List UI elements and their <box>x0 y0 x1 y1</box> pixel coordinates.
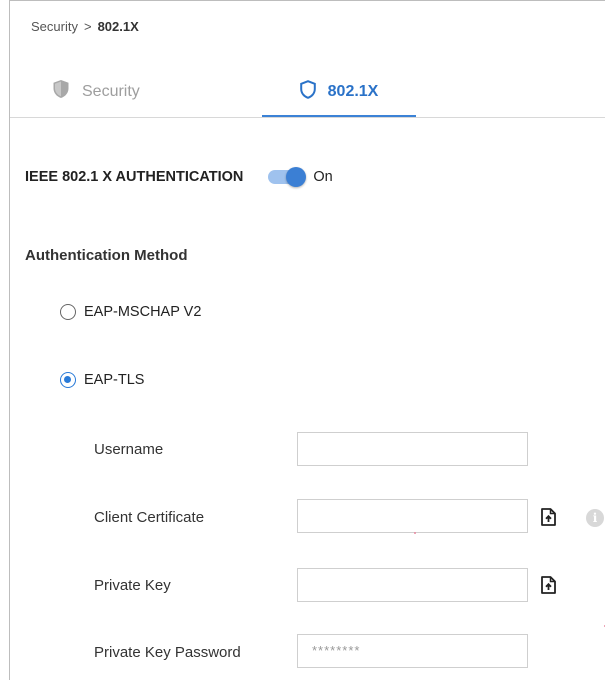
private-key-password-input[interactable]: ******** <box>297 634 528 668</box>
private-key-input[interactable] <box>297 568 528 602</box>
tab-8021x-label: 802.1X <box>327 82 379 100</box>
upload-file-icon[interactable] <box>541 576 556 594</box>
tab-security[interactable]: Security <box>52 67 140 116</box>
radio-label: EAP-MSCHAP V2 <box>84 304 202 320</box>
breadcrumb-current: 802.1X <box>97 19 139 34</box>
breadcrumb-separator: > <box>83 19 92 34</box>
authentication-label: IEEE 802.1 X AUTHENTICATION <box>25 169 244 185</box>
decorative-dot <box>414 532 416 534</box>
radio-eap-tls[interactable]: EAP-TLS <box>60 372 144 388</box>
info-icon[interactable]: i <box>586 509 604 527</box>
upload-file-icon[interactable] <box>541 508 556 526</box>
username-input[interactable] <box>297 432 528 466</box>
authentication-toggle[interactable] <box>268 167 307 187</box>
radio-button-checked[interactable] <box>60 372 76 388</box>
private-key-password-label: Private Key Password <box>94 644 241 661</box>
toggle-state-label: On <box>313 169 333 185</box>
authentication-row: IEEE 802.1 X AUTHENTICATION On <box>25 167 333 187</box>
page-frame: Security > 802.1X Security 802.1X IEEE 8 <box>9 0 605 680</box>
tab-8021x[interactable]: 802.1X <box>262 67 416 116</box>
shield-outline-icon <box>299 79 316 104</box>
radio-label: EAP-TLS <box>84 372 145 388</box>
breadcrumb: Security > 802.1X <box>31 19 139 34</box>
client-certificate-label: Client Certificate <box>94 509 205 526</box>
tab-bar: Security 802.1X <box>10 67 605 118</box>
username-label: Username <box>94 441 164 458</box>
shield-filled-icon <box>52 79 70 104</box>
client-certificate-input[interactable] <box>297 499 528 533</box>
active-tab-indicator <box>262 115 416 117</box>
radio-eap-mschap-v2[interactable]: EAP-MSCHAP V2 <box>60 304 201 320</box>
radio-button[interactable] <box>60 304 76 320</box>
private-key-label: Private Key <box>94 577 171 594</box>
toggle-knob <box>286 167 307 187</box>
tab-security-label: Security <box>82 82 140 100</box>
authentication-method-title: Authentication Method <box>25 247 188 264</box>
breadcrumb-parent[interactable]: Security <box>31 19 78 34</box>
